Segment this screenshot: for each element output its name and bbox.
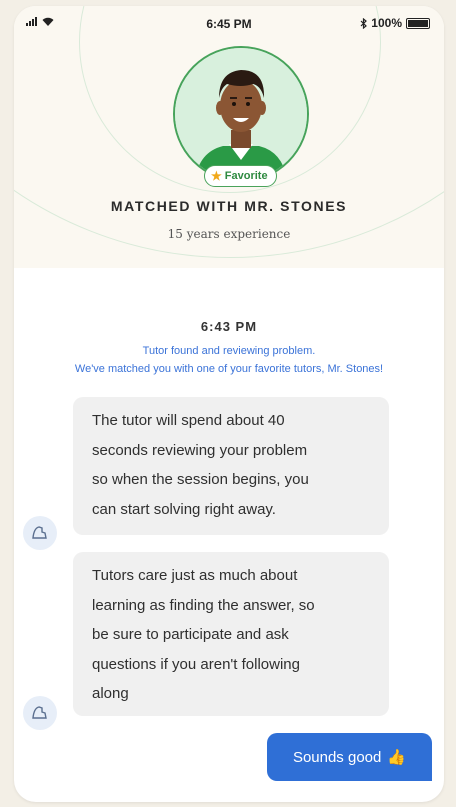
message-line: can start solving right away. [92, 500, 276, 518]
thumbs-up-icon: 👍 [387, 749, 407, 766]
star-icon: ★ [211, 169, 222, 183]
tutor-avatar [173, 46, 309, 182]
phone-screen: 6:45 PM 100% ★ Favorite MATCHED WITH MR.… [14, 6, 444, 802]
system-message-status: Tutor found and reviewing problem. [142, 345, 316, 357]
status-bar: 6:45 PM 100% [14, 14, 444, 34]
message-line: so when the session begins, you [92, 471, 309, 488]
matched-title: MATCHED WITH MR. STONES [110, 198, 348, 214]
tutor-experience: 15 years experience [167, 227, 291, 241]
message-line: be sure to participate and ask [92, 626, 289, 643]
message-line: questions if you aren't following [92, 655, 300, 673]
battery-icon [406, 17, 430, 29]
bluetooth-icon [360, 17, 368, 29]
sounds-good-reply-button[interactable]: Sounds good 👍 [267, 733, 432, 781]
tutor-header: 6:45 PM 100% ★ Favorite MATCHED WITH MR.… [14, 6, 444, 268]
system-message-matched: We've matched you with one of your favor… [74, 363, 384, 375]
bot-hand-icon [32, 526, 47, 539]
tutor-portrait-icon [175, 48, 307, 180]
chat-bubble-participation-tip: Tutors care just as much about learning … [73, 552, 389, 716]
bot-hand-icon [32, 706, 47, 719]
favorite-badge: ★ Favorite [204, 165, 277, 187]
message-line: along [92, 685, 129, 702]
message-line: Tutors care just as much about [92, 567, 298, 584]
chat-timestamp: 6:43 PM [200, 319, 258, 334]
bot-avatar [23, 696, 57, 730]
bot-avatar [23, 516, 57, 550]
reply-label: Sounds good [292, 748, 382, 766]
chat-bubble-review-info: The tutor will spend about 40 seconds re… [73, 397, 389, 535]
favorite-label: Favorite [224, 170, 268, 182]
message-line: The tutor will spend about 40 [92, 412, 285, 429]
message-line: learning as finding the answer, so [92, 596, 315, 614]
message-line: seconds reviewing your problem [92, 441, 308, 459]
battery-percent: 100% [371, 16, 402, 30]
